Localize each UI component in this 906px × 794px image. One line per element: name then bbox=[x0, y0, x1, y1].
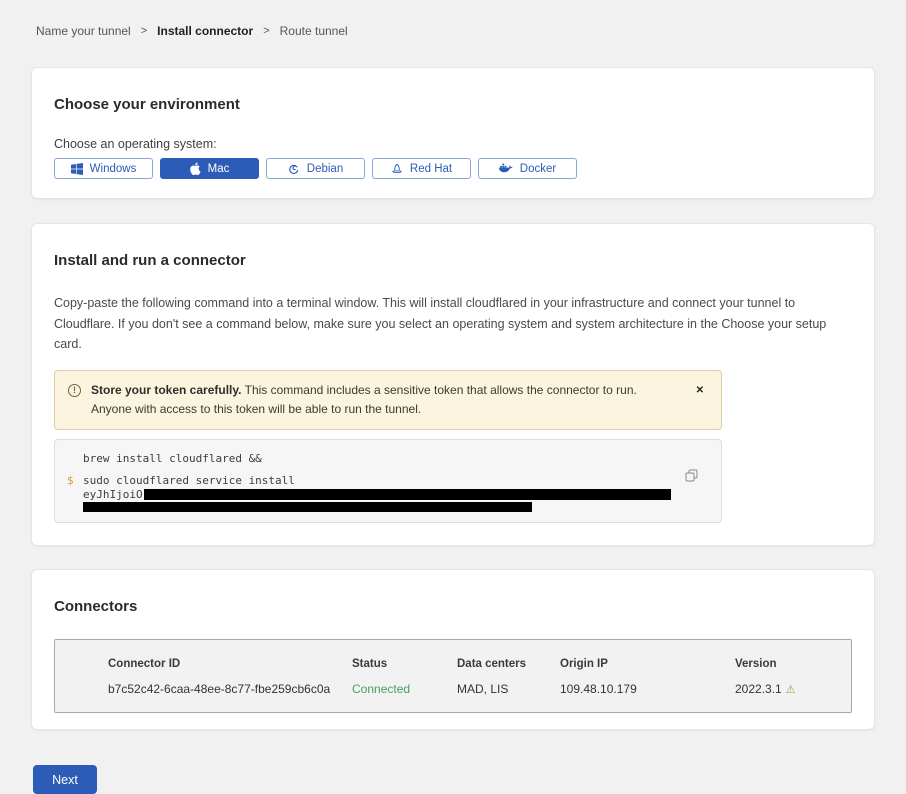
version-warning-icon: ⚠ bbox=[786, 683, 796, 696]
redacted-token-bar bbox=[83, 502, 532, 512]
windows-logo-icon bbox=[71, 163, 83, 175]
os-button-label: Windows bbox=[90, 163, 137, 175]
breadcrumb-separator: > bbox=[141, 25, 147, 37]
install-description: Copy-paste the following command into a … bbox=[54, 293, 852, 355]
copy-icon[interactable] bbox=[685, 469, 698, 482]
table-row: b7c52c42-6caa-48ee-8c77-fbe259cb6c0a Con… bbox=[108, 682, 841, 696]
connector-id-value: b7c52c42-6caa-48ee-8c77-fbe259cb6c0a bbox=[108, 682, 352, 696]
next-button[interactable]: Next bbox=[33, 765, 97, 794]
warning-circle-icon: ! bbox=[68, 384, 81, 397]
close-icon[interactable]: ✕ bbox=[696, 386, 704, 396]
os-button-group: Windows Mac Debian Red Hat Docker bbox=[54, 158, 852, 179]
environment-card-title: Choose your environment bbox=[54, 96, 852, 113]
connectors-card-title: Connectors bbox=[54, 598, 852, 615]
os-button-label: Debian bbox=[307, 163, 343, 175]
choose-environment-card: Choose your environment Choose an operat… bbox=[31, 67, 875, 199]
command-line-2: sudo cloudflared service install bbox=[83, 474, 671, 487]
header-status: Status bbox=[352, 658, 457, 670]
os-button-docker[interactable]: Docker bbox=[478, 158, 577, 179]
install-card-title: Install and run a connector bbox=[54, 252, 852, 269]
command-line-1: brew install cloudflared && bbox=[83, 452, 671, 465]
redhat-logo-icon bbox=[391, 163, 403, 175]
breadcrumb-separator: > bbox=[263, 25, 269, 37]
breadcrumb: Name your tunnel > Install connector > R… bbox=[0, 0, 906, 38]
origin-ip-value: 109.48.10.179 bbox=[560, 682, 735, 696]
redacted-token-bar bbox=[144, 489, 671, 500]
header-version: Version bbox=[735, 658, 841, 670]
os-select-label: Choose an operating system: bbox=[54, 137, 852, 151]
os-button-label: Red Hat bbox=[410, 163, 452, 175]
breadcrumb-install-connector[interactable]: Install connector bbox=[157, 24, 253, 38]
breadcrumb-route-tunnel[interactable]: Route tunnel bbox=[280, 24, 348, 38]
shell-prompt: $ bbox=[67, 474, 74, 487]
header-origin-ip: Origin IP bbox=[560, 658, 735, 670]
debian-logo-icon bbox=[288, 163, 300, 175]
os-button-debian[interactable]: Debian bbox=[266, 158, 365, 179]
header-data-centers: Data centers bbox=[457, 658, 560, 670]
os-button-mac[interactable]: Mac bbox=[160, 158, 259, 179]
apple-logo-icon bbox=[190, 162, 201, 175]
data-centers-value: MAD, LIS bbox=[457, 682, 560, 696]
version-value: 2022.3.1⚠ bbox=[735, 682, 841, 696]
command-line-3: eyJhIjoiO bbox=[83, 488, 671, 501]
breadcrumb-name-your-tunnel[interactable]: Name your tunnel bbox=[36, 24, 131, 38]
status-badge: Connected bbox=[352, 682, 457, 696]
token-warning-title: Store your token carefully. bbox=[91, 383, 242, 397]
os-button-label: Mac bbox=[208, 163, 230, 175]
os-button-windows[interactable]: Windows bbox=[54, 158, 153, 179]
os-button-redhat[interactable]: Red Hat bbox=[372, 158, 471, 179]
header-connector-id: Connector ID bbox=[108, 658, 352, 670]
connectors-table: Connector ID Status Data centers Origin … bbox=[54, 639, 852, 713]
token-warning-text: Store your token carefully. This command… bbox=[91, 381, 661, 419]
token-prefix: eyJhIjoiO bbox=[83, 488, 143, 501]
install-command-codeblock[interactable]: brew install cloudflared && $ sudo cloud… bbox=[54, 439, 722, 523]
install-connector-card: Install and run a connector Copy-paste t… bbox=[31, 223, 875, 546]
os-button-label: Docker bbox=[520, 163, 556, 175]
connectors-card: Connectors Connector ID Status Data cent… bbox=[31, 569, 875, 730]
token-warning-banner: ! Store your token carefully. This comma… bbox=[54, 370, 722, 430]
connectors-table-header: Connector ID Status Data centers Origin … bbox=[108, 658, 841, 670]
docker-logo-icon bbox=[499, 163, 513, 174]
